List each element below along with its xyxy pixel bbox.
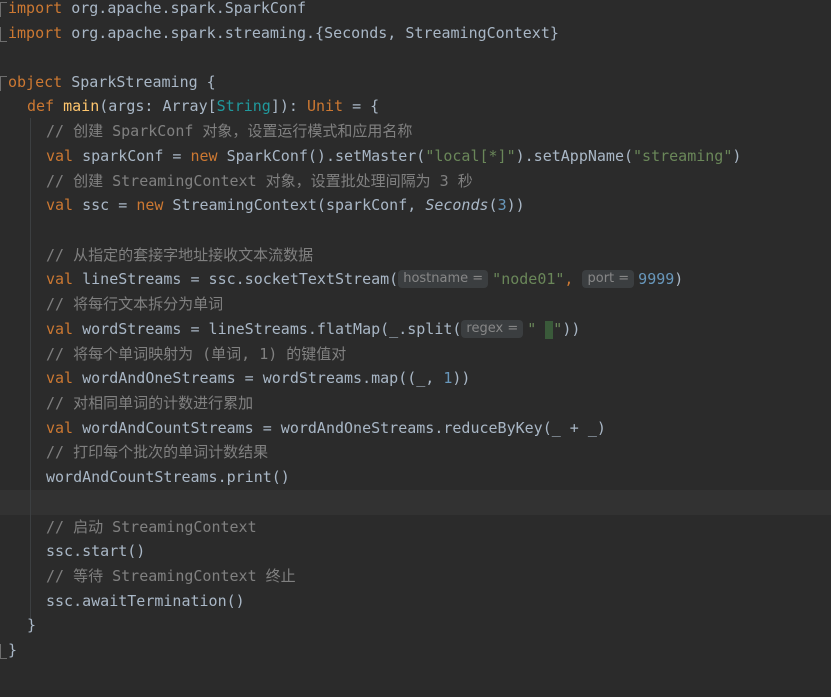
keyword-val: val — [46, 196, 74, 214]
code-text: SparkStreaming { — [62, 73, 216, 91]
code-line-4[interactable]: object SparkStreaming { — [0, 70, 831, 95]
code-line-8-comment[interactable]: // 创建 StreamingContext 对象，设置批处理间隔为 3 秒 — [0, 169, 831, 194]
keyword-def: def — [27, 97, 55, 115]
keyword-import: import — [8, 0, 63, 17]
code-text: ssc = — [73, 196, 137, 214]
keyword-new: new — [136, 196, 164, 214]
indent-guide — [30, 118, 31, 618]
code-text: wordAndCountStreams = wordAndOneStreams.… — [73, 419, 606, 437]
code-text: )) — [452, 369, 471, 387]
code-text: (args: Array[ — [99, 97, 217, 115]
code-line-17-comment[interactable]: // 对相同单词的计数进行累加 — [0, 391, 831, 416]
code-line-21-current[interactable] — [0, 490, 831, 515]
string-literal: " — [527, 320, 546, 338]
code-text: ]): — [270, 97, 307, 115]
param-hint-hostname: hostname = — [398, 269, 489, 288]
string-literal: "streaming" — [633, 147, 733, 165]
keyword-import: import — [8, 24, 63, 42]
code-line-27[interactable]: } — [0, 638, 831, 663]
keyword-val: val — [46, 369, 74, 387]
keyword-new: new — [190, 147, 218, 165]
code-line-13-comment[interactable]: // 将每行文本拆分为单词 — [0, 292, 831, 317]
code-editor[interactable]: import org.apache.spark.SparkConf import… — [0, 0, 831, 697]
code-line-2[interactable]: import org.apache.spark.streaming.{Secon… — [0, 21, 831, 46]
param-hint-port: port = — [582, 269, 635, 288]
type-unit: Unit — [306, 97, 344, 115]
fold-marker-icon[interactable] — [0, 27, 7, 42]
keyword-val: val — [46, 147, 74, 165]
fold-marker-icon[interactable] — [0, 2, 7, 17]
code-line-19-comment[interactable]: // 打印每个批次的单词计数结果 — [0, 440, 831, 465]
code-text: wordStreams = lineStreams.flatMap(_.spli… — [73, 320, 462, 338]
code-text: = { — [343, 97, 380, 115]
code-line-26[interactable]: } — [0, 613, 831, 638]
code-text: SparkConf().setMaster( — [217, 147, 426, 165]
code-text: )) — [506, 196, 525, 214]
function-name: main — [63, 97, 100, 115]
code-line-9[interactable]: val ssc = new StreamingContext(sparkConf… — [0, 193, 831, 218]
number-literal: 9999 — [638, 270, 675, 288]
string-literal: " — [553, 320, 563, 338]
code-text: wordAndOneStreams = wordStreams.map((_, — [73, 369, 444, 387]
code-line-15-comment[interactable]: // 将每个单词映射为 (单词, 1) 的键值对 — [0, 342, 831, 367]
param-hint-regex: regex = — [461, 319, 524, 338]
string-literal: "node01" — [492, 270, 565, 288]
code-line-5[interactable]: def main(args: Array[String]): Unit = { — [0, 94, 831, 119]
keyword-val: val — [46, 270, 74, 288]
code-text: lineStreams = ssc.socketTextStream( — [73, 270, 399, 288]
fold-marker-icon[interactable] — [0, 76, 7, 91]
string-literal: "local[*]" — [425, 147, 516, 165]
code-text: ) — [732, 147, 742, 165]
code-text: ) — [674, 270, 684, 288]
code-line-18[interactable]: val wordAndCountStreams = wordAndOneStre… — [0, 416, 831, 441]
code-line-23[interactable]: ssc.start() — [0, 539, 831, 564]
keyword-object: object — [8, 73, 63, 91]
code-line-12[interactable]: val lineStreams = ssc.socketTextStream(h… — [0, 267, 831, 292]
code-line-20[interactable]: wordAndCountStreams.print() — [0, 465, 831, 490]
code-line-6-comment[interactable]: // 创建 SparkConf 对象，设置运行模式和应用名称 — [0, 119, 831, 144]
type-param: String — [216, 97, 271, 115]
code-text: )) — [562, 320, 581, 338]
code-line-22-comment[interactable]: // 启动 StreamingContext — [0, 515, 831, 540]
comma: , — [564, 270, 583, 288]
code-line-24-comment[interactable]: // 等待 StreamingContext 终止 — [0, 564, 831, 589]
code-text: org.apache.spark.SparkConf — [62, 0, 307, 17]
code-line-1[interactable]: import org.apache.spark.SparkConf — [0, 0, 831, 21]
code-text: StreamingContext(sparkConf, — [163, 196, 426, 214]
code-text: ( — [488, 196, 498, 214]
code-text: org.apache.spark.streaming.{Seconds, Str… — [62, 24, 559, 42]
code-line-16[interactable]: val wordAndOneStreams = wordStreams.map(… — [0, 366, 831, 391]
code-line-25[interactable]: ssc.awaitTermination() — [0, 589, 831, 614]
keyword-val: val — [46, 419, 74, 437]
number-literal: 3 — [497, 196, 507, 214]
code-text: ).setAppName( — [515, 147, 634, 165]
code-line-14[interactable]: val wordStreams = lineStreams.flatMap(_.… — [0, 317, 831, 342]
code-line-11-comment[interactable]: // 从指定的套接字地址接收文本流数据 — [0, 243, 831, 268]
fold-marker-icon[interactable] — [0, 644, 7, 659]
keyword-val: val — [46, 320, 74, 338]
code-text: sparkConf = — [73, 147, 191, 165]
code-line-7[interactable]: val sparkConf = new SparkConf().setMaste… — [0, 144, 831, 169]
method-seconds: Seconds — [425, 196, 489, 214]
